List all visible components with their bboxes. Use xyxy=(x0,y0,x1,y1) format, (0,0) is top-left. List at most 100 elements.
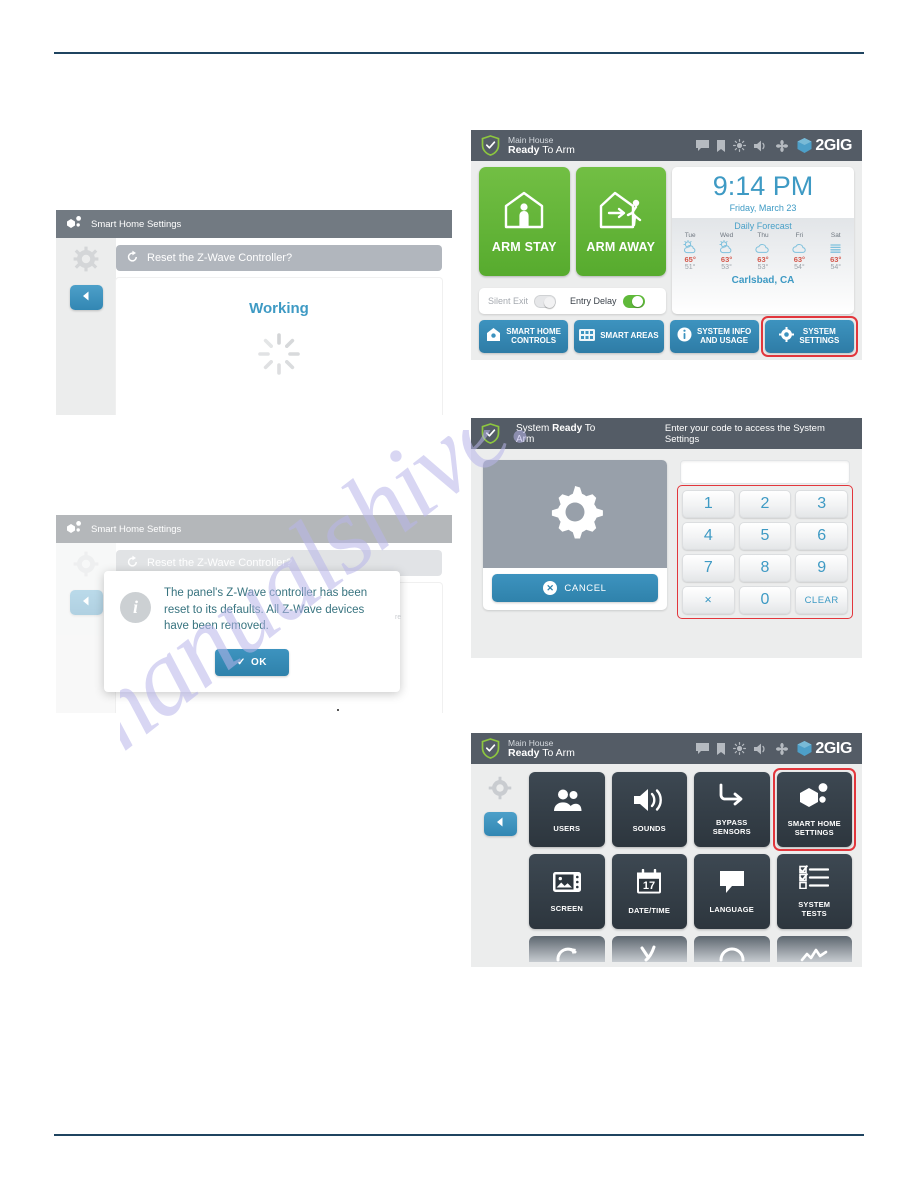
tile-screen-label: SCREEN xyxy=(550,903,583,913)
settings-body: USERS SOUNDS BYPASS SENSORS SMART HOME SET… xyxy=(471,764,862,967)
keypad-left-card: ✕ CANCEL xyxy=(483,460,667,610)
key-0[interactable]: 0 xyxy=(738,586,792,614)
gear-icon xyxy=(73,551,99,582)
dialog-edge-text: re xyxy=(395,614,402,621)
ok-button-label: OK xyxy=(250,657,267,669)
working-status-text: Working xyxy=(249,300,309,317)
arm-stay-button[interactable]: ARM STAY xyxy=(479,167,570,276)
entry-delay-label: Entry Delay xyxy=(570,296,617,306)
key-4[interactable]: 4 xyxy=(682,522,735,550)
key-8[interactable]: 8 xyxy=(738,554,792,582)
smart-areas-label: SMART AREAS xyxy=(600,331,659,341)
panel-system-settings-menu: Main House Ready To Arm 2GIG USERS SOUND… xyxy=(471,733,862,967)
keypad-body: ✕ CANCEL 1 2 3 4 5 6 7 8 9 ✕ 0 CLEAR xyxy=(471,449,862,658)
tile-bypass-sensors[interactable]: BYPASS SENSORS xyxy=(694,772,770,847)
speaker-icon[interactable] xyxy=(754,743,768,755)
forecast-day: Fri 63° 54° xyxy=(782,232,816,271)
home-body: ARM STAY ARM AWAY Silent Exit Entry Dela… xyxy=(471,161,862,360)
panel-smart-home-working: Smart Home Settings Reset the Z-Wave Con… xyxy=(56,210,452,415)
fog-icon xyxy=(819,239,853,255)
silent-exit-switch[interactable] xyxy=(534,294,557,308)
forecast-day-name: Wed xyxy=(719,232,734,239)
shield-check-icon xyxy=(481,135,500,156)
brightness-icon[interactable] xyxy=(733,139,747,152)
forecast-high: 63° xyxy=(830,255,842,264)
forecast-low: 53° xyxy=(757,264,769,271)
panel-working-title: Smart Home Settings xyxy=(91,218,182,230)
forecast-day: Wed 63° 53° xyxy=(710,232,744,271)
ok-button[interactable]: ✓ OK xyxy=(215,649,289,677)
brand-logo-text: 2GIG xyxy=(815,136,852,154)
home-state-bold: Ready xyxy=(508,143,540,156)
panel-code-entry: System Ready To Arm Enter your code to a… xyxy=(471,418,862,658)
keypad-state-text: System Ready To Arm xyxy=(516,422,596,445)
back-button[interactable] xyxy=(483,812,517,836)
silent-exit-toggle[interactable]: Silent Exit xyxy=(488,294,557,308)
key-6[interactable]: 6 xyxy=(795,522,848,550)
tile-partial-row3-4[interactable] xyxy=(776,936,852,962)
key-5[interactable]: 5 xyxy=(738,522,792,550)
clock-date: Friday, March 23 xyxy=(729,203,797,213)
back-button[interactable] xyxy=(69,590,103,615)
tile-users[interactable]: USERS xyxy=(529,772,605,847)
working-card: Working xyxy=(116,278,442,415)
tile-date-time-label: DATE/TIME xyxy=(628,905,671,915)
brightness-icon[interactable] xyxy=(733,742,747,755)
dialog-message: The panel's Z-Wave controller has been r… xyxy=(164,587,368,633)
back-arrow-icon xyxy=(494,815,506,833)
key-2[interactable]: 2 xyxy=(738,490,792,518)
tile-partial-row3-2[interactable] xyxy=(611,936,687,962)
zwave-icon[interactable] xyxy=(776,742,789,755)
arm-column: ARM STAY ARM AWAY Silent Exit Entry Dela… xyxy=(479,167,666,314)
tile-language-label: LANGUAGE xyxy=(709,904,755,914)
tile-partial-row3-3[interactable] xyxy=(694,936,770,962)
home-statusbar: Main House Ready To Arm 2GIG xyxy=(471,130,862,161)
gear-icon xyxy=(73,246,99,277)
forecast-low: 51° xyxy=(684,264,696,271)
smart-home-controls-button[interactable]: SMART HOME CONTROLS xyxy=(479,320,569,353)
clock-weather-card[interactable]: 9:14 PM Friday, March 23 Daily Forecast … xyxy=(672,167,854,314)
key-9[interactable]: 9 xyxy=(795,554,848,582)
smart-areas-button[interactable]: SMART AREAS xyxy=(574,320,664,353)
smart-home-icon xyxy=(66,520,82,539)
bookmark-icon[interactable] xyxy=(717,139,726,152)
key-backspace[interactable]: ✕ xyxy=(682,586,735,614)
arm-away-button[interactable]: ARM AWAY xyxy=(575,167,666,276)
speaker-icon[interactable] xyxy=(754,140,768,152)
checklist-icon xyxy=(799,865,830,894)
back-button[interactable] xyxy=(69,285,103,310)
entry-delay-toggle[interactable]: Entry Delay xyxy=(570,294,645,308)
tile-users-label: USERS xyxy=(553,823,581,833)
sun-cloud-icon xyxy=(710,239,744,255)
cancel-button[interactable]: ✕ CANCEL xyxy=(492,574,658,602)
tile-date-time[interactable]: 17 DATE/TIME xyxy=(611,854,687,929)
tile-bypass-sensors-label: BYPASS SENSORS xyxy=(712,818,751,836)
tile-sounds-label: SOUNDS xyxy=(632,823,666,833)
message-icon[interactable] xyxy=(696,743,710,754)
tile-screen[interactable]: SCREEN xyxy=(529,854,605,929)
tile-smart-home-settings[interactable]: SMART HOME SETTINGS xyxy=(772,768,856,851)
forecast-day-name: Tue xyxy=(684,232,696,239)
key-1[interactable]: 1 xyxy=(682,490,735,518)
reset-icon xyxy=(126,555,139,571)
zwave-icon[interactable] xyxy=(776,139,789,152)
home-statusbar-icons: 2GIG xyxy=(696,137,852,155)
key-3[interactable]: 3 xyxy=(795,490,848,518)
key-clear[interactable]: CLEAR xyxy=(795,586,848,614)
reset-question-row[interactable]: Reset the Z-Wave Controller? xyxy=(116,245,442,271)
system-settings-button[interactable]: SYSTEM SETTINGS xyxy=(760,316,858,357)
bookmark-icon[interactable] xyxy=(717,742,726,755)
sun-cloud-icon xyxy=(673,239,707,255)
panel-working-main: Reset the Z-Wave Controller? Working xyxy=(116,238,452,415)
tile-partial-row3-1[interactable] xyxy=(529,936,605,962)
key-7[interactable]: 7 xyxy=(682,554,735,582)
forecast-high: 63° xyxy=(720,255,733,264)
brand-logo-2gig: 2GIG xyxy=(796,137,852,155)
tile-sounds[interactable]: SOUNDS xyxy=(611,772,687,847)
tile-system-tests[interactable]: SYSTEM TESTS xyxy=(776,854,852,929)
tile-language[interactable]: LANGUAGE xyxy=(694,854,770,929)
entry-delay-switch[interactable] xyxy=(622,294,645,308)
system-info-button[interactable]: SYSTEM INFO AND USAGE xyxy=(669,320,759,353)
message-icon[interactable] xyxy=(696,140,710,151)
code-display-input[interactable] xyxy=(680,460,850,484)
